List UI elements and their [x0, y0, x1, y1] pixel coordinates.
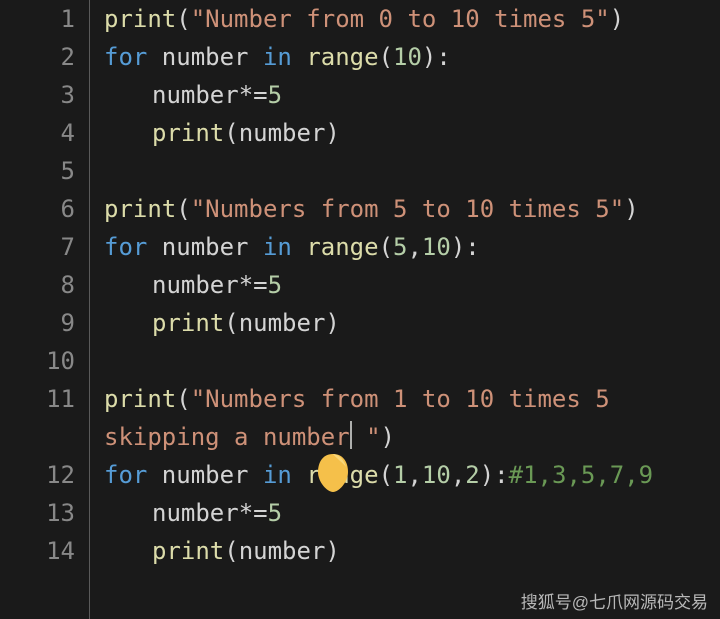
code-token: ( — [224, 309, 238, 337]
code-token: ): — [422, 43, 451, 71]
code-token: ( — [224, 537, 238, 565]
code-token: for — [104, 43, 162, 71]
code-token: , — [407, 461, 421, 489]
code-token: ( — [176, 385, 190, 413]
code-token: #1,3,5,7,9 — [509, 461, 654, 489]
code-token: for — [104, 461, 162, 489]
code-line[interactable]: number*=5 — [104, 266, 720, 304]
line-number: 9 — [0, 304, 75, 342]
code-token: number — [162, 233, 263, 261]
code-token: "Numbers from 1 to 10 times 5 — [191, 385, 624, 413]
code-line[interactable] — [104, 152, 720, 190]
code-line[interactable]: for number in range(5,10): — [104, 228, 720, 266]
code-token: range — [306, 461, 378, 489]
line-number: 10 — [0, 342, 75, 380]
code-token: "Number from 0 to 10 times 5" — [191, 5, 610, 33]
code-token: ) — [381, 423, 395, 451]
code-line[interactable]: for number in range(1,10,2):#1,3,5,7,9 — [104, 456, 720, 494]
code-token: for — [104, 233, 162, 261]
code-token: ) — [610, 5, 624, 33]
code-token: 5 — [268, 499, 282, 527]
code-token: number — [152, 81, 239, 109]
code-token: in — [263, 233, 306, 261]
code-token: *= — [239, 81, 268, 109]
line-number: 5 — [0, 152, 75, 190]
line-number: 13 — [0, 494, 75, 532]
line-number: 7 — [0, 228, 75, 266]
code-line[interactable]: print("Numbers from 1 to 10 times 5 skip… — [104, 380, 720, 456]
line-number: 2 — [0, 38, 75, 76]
code-token: 10 — [422, 461, 451, 489]
code-token: ( — [176, 5, 190, 33]
code-token: 10 — [422, 233, 451, 261]
code-token: number — [239, 309, 326, 337]
code-line[interactable]: number*=5 — [104, 76, 720, 114]
code-token: ) — [325, 309, 339, 337]
code-token: 5 — [393, 233, 407, 261]
code-line[interactable]: print("Number from 0 to 10 times 5") — [104, 0, 720, 38]
line-number-gutter: 1234567891011121314 — [0, 0, 90, 619]
code-token: " — [352, 423, 381, 451]
code-token: *= — [239, 499, 268, 527]
code-area[interactable]: print("Number from 0 to 10 times 5")for … — [90, 0, 720, 619]
code-editor[interactable]: 1234567891011121314 print("Number from 0… — [0, 0, 720, 619]
code-token: ) — [325, 537, 339, 565]
code-token: skipping a number — [104, 423, 350, 451]
code-token: print — [152, 537, 224, 565]
code-token: 2 — [465, 461, 479, 489]
code-token: "Numbers from 5 to 10 times 5" — [191, 195, 624, 223]
code-token: ( — [176, 195, 190, 223]
code-token: ) — [325, 119, 339, 147]
code-token: ) — [624, 195, 638, 223]
code-token: number — [162, 43, 263, 71]
code-line[interactable]: print(number) — [104, 304, 720, 342]
code-token: range — [306, 43, 378, 71]
code-token: ): — [480, 461, 509, 489]
code-line[interactable]: print(number) — [104, 532, 720, 570]
code-line[interactable] — [104, 342, 720, 380]
code-token: , — [407, 233, 421, 261]
line-number: 8 — [0, 266, 75, 304]
code-token: ( — [224, 119, 238, 147]
code-token: number — [152, 499, 239, 527]
code-token: , — [451, 461, 465, 489]
code-token: 5 — [268, 271, 282, 299]
code-token: 10 — [393, 43, 422, 71]
line-number: 11 — [0, 380, 75, 456]
code-token: number — [162, 461, 263, 489]
code-token: number — [239, 119, 326, 147]
code-token: in — [263, 461, 306, 489]
code-token: print — [104, 385, 176, 413]
code-token: ( — [379, 233, 393, 261]
line-number: 4 — [0, 114, 75, 152]
code-token: ( — [379, 461, 393, 489]
code-token: print — [104, 195, 176, 223]
line-number: 3 — [0, 76, 75, 114]
code-token: print — [152, 119, 224, 147]
code-token: number — [239, 537, 326, 565]
line-number: 12 — [0, 456, 75, 494]
code-token: ): — [451, 233, 480, 261]
code-token: print — [152, 309, 224, 337]
code-token: *= — [239, 271, 268, 299]
code-token: 5 — [268, 81, 282, 109]
code-token: number — [152, 271, 239, 299]
code-line[interactable]: print(number) — [104, 114, 720, 152]
watermark-text: 搜狐号@七爪网源码交易 — [521, 588, 708, 613]
code-token: 1 — [393, 461, 407, 489]
line-number: 6 — [0, 190, 75, 228]
code-line[interactable]: number*=5 — [104, 494, 720, 532]
line-number: 14 — [0, 532, 75, 570]
code-token: range — [306, 233, 378, 261]
code-line[interactable]: for number in range(10): — [104, 38, 720, 76]
code-token: print — [104, 5, 176, 33]
code-line[interactable]: print("Numbers from 5 to 10 times 5") — [104, 190, 720, 228]
code-token: ( — [379, 43, 393, 71]
line-number: 1 — [0, 0, 75, 38]
code-token: in — [263, 43, 306, 71]
